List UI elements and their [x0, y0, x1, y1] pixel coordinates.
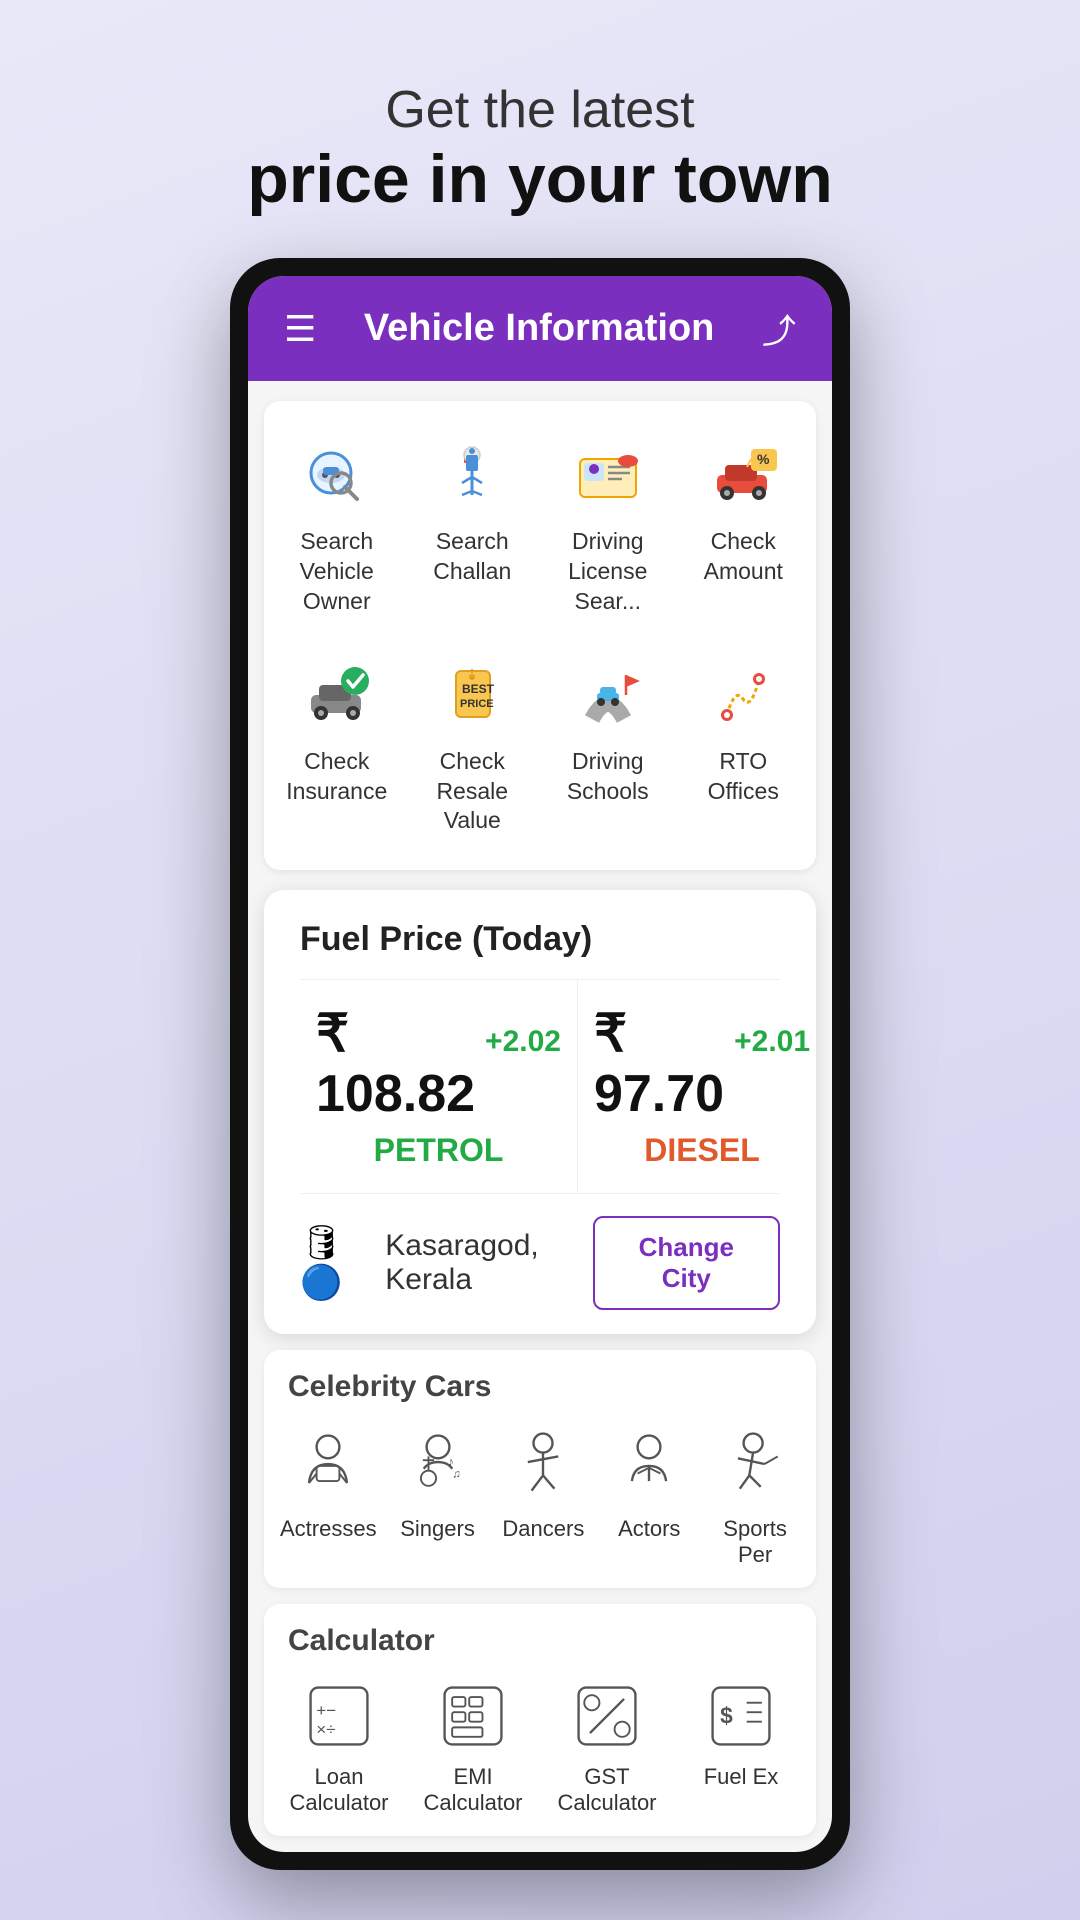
sports-persons-label: Sports Per	[710, 1516, 800, 1568]
fuel-card: Fuel Price (Today) ₹ 108.82 +2.02 PETROL…	[264, 890, 816, 1334]
search-vehicle-owner-icon	[297, 435, 377, 515]
grid-item-check-amount[interactable]: % Check Amount	[681, 421, 807, 631]
search-challan-label: Search Challan	[418, 527, 528, 587]
calculator-section: Calculator +− ×÷ Loan Calculator	[264, 1604, 816, 1836]
app-title: Vehicle Information	[364, 307, 715, 350]
fuel-ex-calculator-icon: $	[703, 1678, 779, 1754]
actresses-icon	[288, 1424, 368, 1504]
check-insurance-label: Check Insurance	[282, 747, 392, 807]
driving-schools-label: Driving Schools	[553, 747, 663, 807]
hero-title: price in your town	[247, 140, 833, 218]
check-resale-label: Check Resale Value	[418, 747, 528, 837]
grid-item-search-vehicle-owner[interactable]: Search Vehicle Owner	[274, 421, 400, 631]
fuel-pump-icon: 🛢🔵	[300, 1223, 371, 1303]
check-amount-label: Check Amount	[689, 527, 799, 587]
calculator-title: Calculator	[280, 1624, 800, 1658]
vehicle-grid: Search Vehicle Owner	[274, 421, 806, 850]
gst-calculator-label: GST Calculator	[548, 1764, 666, 1816]
diesel-amount: ₹ 97.70	[594, 1004, 724, 1124]
svg-text:$: $	[720, 1703, 733, 1729]
diesel-column: ₹ 97.70 +2.01 DIESEL	[578, 980, 826, 1193]
phone-frame: ☰ Vehicle Information ⤴	[230, 258, 850, 1870]
singers-label: Singers	[400, 1516, 475, 1542]
hero-subtitle: Get the latest	[247, 80, 833, 140]
app-header: ☰ Vehicle Information ⤴	[248, 276, 832, 381]
grid-item-driving-license[interactable]: Driving License Sear...	[545, 421, 671, 631]
actors-icon	[609, 1424, 689, 1504]
actresses-label: Actresses	[280, 1516, 377, 1542]
check-resale-icon: BEST PRICE	[432, 655, 512, 735]
svg-text:×÷: ×÷	[316, 1720, 335, 1739]
search-vehicle-owner-label: Search Vehicle Owner	[282, 527, 392, 617]
celeb-item-actors[interactable]: Actors	[604, 1424, 694, 1568]
petrol-change: +2.02	[485, 1025, 561, 1059]
driving-license-icon	[568, 435, 648, 515]
diesel-label: DIESEL	[644, 1132, 760, 1169]
hero-section: Get the latest price in your town	[247, 80, 833, 218]
search-challan-icon	[432, 435, 512, 515]
svg-text:PRICE: PRICE	[460, 698, 494, 710]
grid-item-rto-offices[interactable]: RTO Offices	[681, 641, 807, 851]
calc-item-loan[interactable]: +− ×÷ Loan Calculator	[280, 1678, 398, 1816]
celebrity-title: Celebrity Cars	[280, 1370, 800, 1404]
emi-calculator-icon	[435, 1678, 511, 1754]
city-row: 🛢🔵 Kasaragod, Kerala Change City	[300, 1216, 780, 1310]
fuel-card-title: Fuel Price (Today)	[300, 920, 780, 959]
svg-text:+−: +−	[316, 1701, 336, 1720]
calc-item-emi[interactable]: EMI Calculator	[414, 1678, 532, 1816]
celeb-item-actresses[interactable]: Actresses	[280, 1424, 377, 1568]
diesel-amount-row: ₹ 97.70 +2.01	[594, 1004, 810, 1124]
city-info: 🛢🔵 Kasaragod, Kerala	[300, 1223, 593, 1303]
petrol-amount-row: ₹ 108.82 +2.02	[316, 1004, 561, 1124]
city-name: Kasaragod, Kerala	[385, 1229, 592, 1297]
menu-icon[interactable]: ☰	[284, 308, 316, 350]
grid-item-search-challan[interactable]: Search Challan	[410, 421, 536, 631]
celebrity-section: Celebrity Cars Actresses	[264, 1350, 816, 1588]
emi-calculator-label: EMI Calculator	[414, 1764, 532, 1816]
vehicle-grid-container: Search Vehicle Owner	[264, 401, 816, 870]
driving-schools-icon	[568, 655, 648, 735]
singers-icon: ♪ ♫	[398, 1424, 478, 1504]
phone-screen: ☰ Vehicle Information ⤴	[248, 276, 832, 1852]
sports-persons-icon	[715, 1424, 795, 1504]
svg-text:BEST: BEST	[462, 682, 495, 696]
dancers-label: Dancers	[502, 1516, 584, 1542]
petrol-label: PETROL	[374, 1132, 504, 1169]
loan-calculator-icon: +− ×÷	[301, 1678, 377, 1754]
calculator-grid: +− ×÷ Loan Calculator	[280, 1678, 800, 1816]
fuel-prices-row: ₹ 108.82 +2.02 PETROL ₹ 97.70 +2.01 DIES…	[300, 979, 780, 1194]
svg-text:♫: ♫	[452, 1469, 461, 1481]
gst-calculator-icon	[569, 1678, 645, 1754]
loan-calculator-label: Loan Calculator	[280, 1764, 398, 1816]
actors-label: Actors	[618, 1516, 680, 1542]
svg-text:♪: ♪	[447, 1454, 454, 1469]
driving-license-label: Driving License Sear...	[553, 527, 663, 617]
petrol-amount: ₹ 108.82	[316, 1004, 475, 1124]
svg-text:%: %	[757, 451, 770, 467]
change-city-button[interactable]: Change City	[593, 1216, 781, 1310]
diesel-change: +2.01	[734, 1025, 810, 1059]
calc-item-gst[interactable]: GST Calculator	[548, 1678, 666, 1816]
grid-item-check-insurance[interactable]: Check Insurance	[274, 641, 400, 851]
check-insurance-icon	[297, 655, 377, 735]
share-icon[interactable]: ⤴	[762, 304, 796, 353]
celebrity-grid: Actresses ♪ ♫	[280, 1424, 800, 1568]
dancers-icon	[503, 1424, 583, 1504]
check-amount-icon: %	[703, 435, 783, 515]
fuel-ex-label: Fuel Ex	[704, 1764, 779, 1790]
grid-item-driving-schools[interactable]: Driving Schools	[545, 641, 671, 851]
grid-item-check-resale[interactable]: BEST PRICE Check Resale Value	[410, 641, 536, 851]
celeb-item-dancers[interactable]: Dancers	[498, 1424, 588, 1568]
rto-offices-label: RTO Offices	[689, 747, 799, 807]
calc-item-fuel-ex[interactable]: $ Fuel Ex	[682, 1678, 800, 1816]
celeb-item-singers[interactable]: ♪ ♫ Singers	[393, 1424, 483, 1568]
petrol-column: ₹ 108.82 +2.02 PETROL	[300, 980, 578, 1193]
rto-offices-icon	[703, 655, 783, 735]
celeb-item-sports-persons[interactable]: Sports Per	[710, 1424, 800, 1568]
